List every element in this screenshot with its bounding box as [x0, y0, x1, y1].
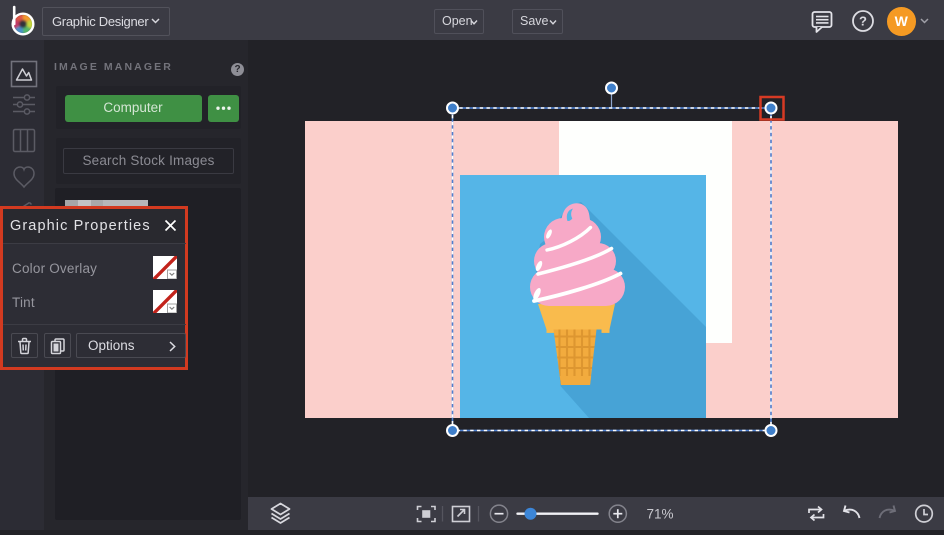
- svg-text:71%: 71%: [646, 507, 673, 522]
- svg-text:?: ?: [859, 14, 867, 29]
